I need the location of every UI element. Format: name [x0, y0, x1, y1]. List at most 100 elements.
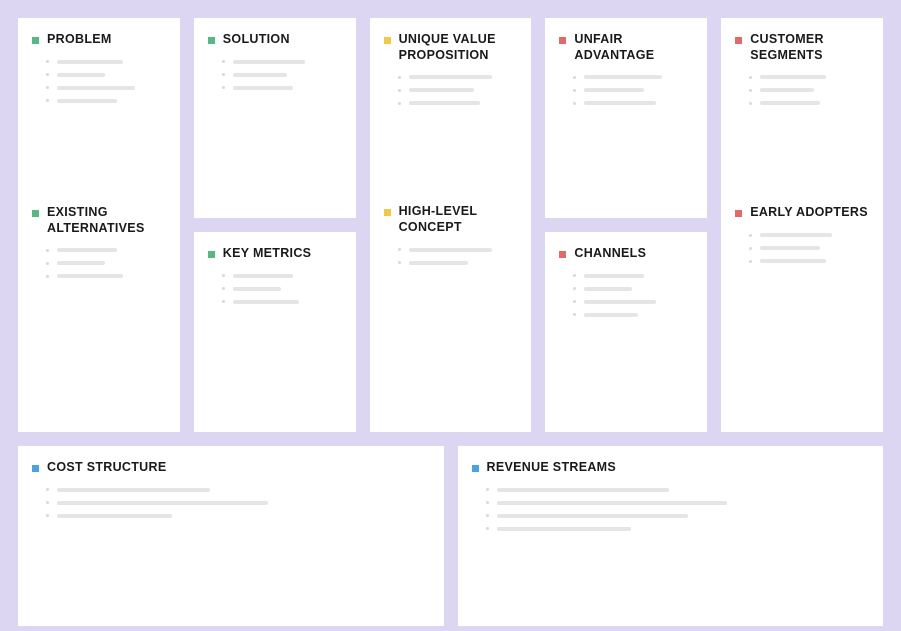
placeholder-bar	[57, 514, 172, 518]
placeholder-bar	[409, 261, 469, 265]
placeholder-bar	[584, 75, 662, 79]
bullet-icon	[46, 275, 49, 278]
placeholder-bar	[760, 259, 826, 263]
placeholder-bar	[497, 527, 631, 531]
marker-icon	[32, 210, 39, 217]
placeholder-line	[46, 86, 166, 90]
title-customer-segments: CUSTOMER SEGMENTS	[750, 32, 869, 63]
placeholder-line	[222, 274, 342, 278]
bullet-icon	[46, 73, 49, 76]
placeholder-line	[398, 261, 518, 265]
placeholder-bar	[57, 73, 105, 77]
bullet-icon	[222, 274, 225, 277]
placeholder-lines-channels	[559, 274, 693, 326]
placeholder-bar	[409, 101, 481, 105]
bullet-icon	[398, 261, 401, 264]
placeholder-lines-cost-structure	[32, 488, 430, 527]
placeholder-line	[573, 88, 693, 92]
heading-early-adopters: EARLY ADOPTERS	[735, 205, 869, 221]
marker-icon	[472, 465, 479, 472]
bullet-icon	[222, 287, 225, 290]
bullet-icon	[222, 300, 225, 303]
heading-existing-alternatives: EXISTING ALTERNATIVES	[32, 205, 166, 236]
card-cost-structure: COST STRUCTURE	[18, 446, 444, 626]
heading-channels: CHANNELS	[559, 246, 693, 262]
bullet-icon	[749, 89, 752, 92]
placeholder-line	[749, 88, 869, 92]
bullet-icon	[573, 76, 576, 79]
placeholder-bar	[760, 101, 820, 105]
heading-key-metrics: KEY METRICS	[208, 246, 342, 262]
title-problem: PROBLEM	[47, 32, 112, 48]
heading-solution: SOLUTION	[208, 32, 342, 48]
marker-icon	[735, 37, 742, 44]
bullet-icon	[398, 89, 401, 92]
placeholder-line	[486, 488, 870, 492]
bullet-icon	[46, 501, 49, 504]
placeholder-bar	[57, 99, 117, 103]
bullet-icon	[486, 488, 489, 491]
placeholder-bar	[57, 86, 135, 90]
placeholder-line	[222, 287, 342, 291]
placeholder-bar	[57, 248, 117, 252]
heading-problem: PROBLEM	[32, 32, 166, 48]
placeholder-bar	[409, 88, 475, 92]
title-uvp: UNIQUE VALUE PROPOSITION	[399, 32, 518, 63]
placeholder-bar	[57, 274, 123, 278]
placeholder-line	[573, 313, 693, 317]
placeholder-bar	[233, 60, 305, 64]
placeholder-bar	[233, 300, 299, 304]
bullet-icon	[573, 89, 576, 92]
placeholder-bar	[233, 274, 293, 278]
section-cost-structure: COST STRUCTURE	[32, 460, 430, 527]
heading-revenue-streams: REVENUE STREAMS	[472, 460, 870, 476]
placeholder-bar	[409, 75, 493, 79]
placeholder-bar	[233, 73, 287, 77]
placeholder-line	[46, 99, 166, 103]
bullet-icon	[398, 248, 401, 251]
placeholder-line	[486, 501, 870, 505]
bullet-icon	[573, 287, 576, 290]
section-channels: CHANNELS	[559, 246, 693, 326]
section-high-level-concept: HIGH-LEVEL CONCEPT	[384, 204, 518, 273]
bullet-icon	[749, 76, 752, 79]
bullet-icon	[749, 247, 752, 250]
placeholder-line	[398, 75, 518, 79]
bullet-icon	[46, 86, 49, 89]
bullet-icon	[46, 514, 49, 517]
placeholder-bar	[760, 75, 826, 79]
marker-icon	[735, 210, 742, 217]
placeholder-bar	[57, 488, 210, 492]
bullet-icon	[573, 300, 576, 303]
section-solution: SOLUTION	[208, 32, 342, 99]
placeholder-line	[46, 60, 166, 64]
placeholder-line	[46, 261, 166, 265]
placeholder-line	[46, 248, 166, 252]
bullet-icon	[46, 60, 49, 63]
placeholder-line	[46, 488, 430, 492]
heading-uvp: UNIQUE VALUE PROPOSITION	[384, 32, 518, 63]
placeholder-bar	[57, 261, 105, 265]
placeholder-line	[749, 246, 869, 250]
placeholder-line	[222, 86, 342, 90]
card-solution: SOLUTION	[194, 18, 356, 218]
placeholder-bar	[584, 101, 656, 105]
title-high-level-concept: HIGH-LEVEL CONCEPT	[399, 204, 518, 235]
card-key-metrics: KEY METRICS	[194, 232, 356, 432]
placeholder-line	[46, 73, 166, 77]
section-revenue-streams: REVENUE STREAMS	[472, 460, 870, 540]
marker-icon	[559, 251, 566, 258]
placeholder-bar	[584, 313, 638, 317]
placeholder-bar	[584, 287, 632, 291]
bullet-icon	[222, 60, 225, 63]
placeholder-line	[222, 73, 342, 77]
bullet-icon	[486, 501, 489, 504]
title-existing-alternatives: EXISTING ALTERNATIVES	[47, 205, 166, 236]
placeholder-line	[573, 274, 693, 278]
lean-canvas: PROBLEM EXISTING ALTERNATIVES SOLUTION	[18, 18, 883, 613]
placeholder-lines-early-adopters	[735, 233, 869, 272]
placeholder-lines-high-level-concept	[384, 248, 518, 274]
bullet-icon	[573, 274, 576, 277]
heading-cost-structure: COST STRUCTURE	[32, 460, 430, 476]
placeholder-line	[573, 75, 693, 79]
